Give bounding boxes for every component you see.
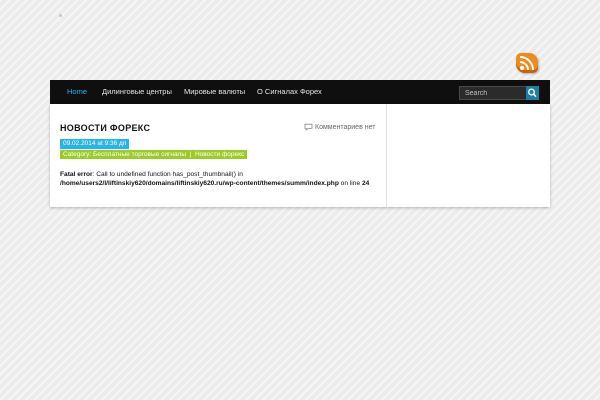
- post-category-badge: Category: Бесплатные торговые сигналы | …: [60, 150, 248, 159]
- search-button[interactable]: [526, 86, 539, 100]
- rss-icon: [519, 56, 534, 71]
- decorative-dot: [59, 14, 62, 17]
- comments-count: Комментариев нет: [315, 124, 376, 131]
- rss-feed-link[interactable]: [516, 53, 538, 73]
- content-area: НОВОСТИ ФОРЕКС Комментариев нет 09.02.20…: [50, 104, 550, 207]
- category-prefix: Category:: [63, 151, 92, 158]
- post-date-badge: 09.02.2014 at 9:36 дп: [60, 139, 130, 149]
- php-fatal-error: Fatal error: Call to undefined function …: [60, 171, 380, 188]
- category-link-forex-news[interactable]: Новости форекс: [195, 151, 244, 158]
- error-line-number: 24: [361, 179, 370, 187]
- error-label: Fatal error: [60, 171, 93, 178]
- sidebar-divider: [386, 104, 387, 207]
- error-on-line: on line: [338, 179, 362, 187]
- category-link-free-signals[interactable]: Бесплатные торговые сигналы: [93, 151, 186, 158]
- nav-item-world-currencies[interactable]: Мировые валюты: [184, 80, 245, 104]
- search-icon: [528, 88, 537, 98]
- search-input[interactable]: [459, 86, 528, 100]
- error-path: /home/users2/l/liftinskiy620/domains/lif…: [60, 179, 339, 187]
- main-navigation: Home Дилинговые центры Мировые валюты О …: [50, 80, 550, 104]
- error-message: : Call to undefined function has_post_th…: [92, 171, 243, 178]
- nav-item-home[interactable]: Home: [67, 80, 87, 104]
- comments-link[interactable]: Комментариев нет: [304, 123, 375, 131]
- comment-bubble-icon: [304, 123, 313, 131]
- post-title[interactable]: НОВОСТИ ФОРЕКС: [60, 123, 150, 133]
- nav-item-about-forex-signals[interactable]: О Сигналах Форех: [257, 80, 322, 104]
- category-separator: |: [189, 151, 192, 158]
- nav-item-dealing-centers[interactable]: Дилинговые центры: [102, 80, 172, 104]
